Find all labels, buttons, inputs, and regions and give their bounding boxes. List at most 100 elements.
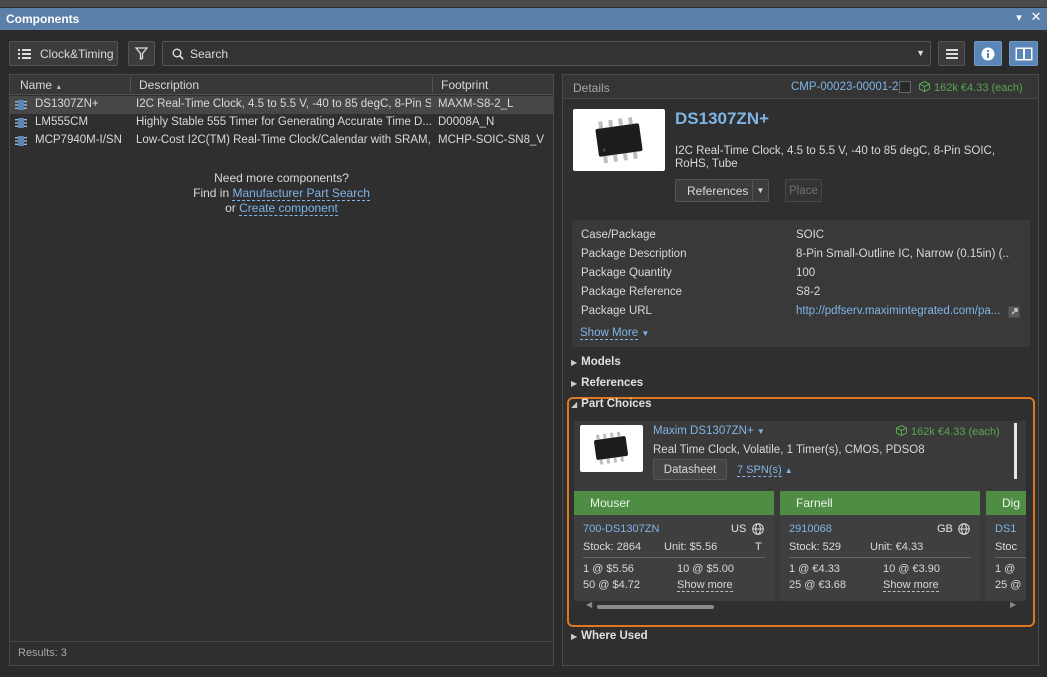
table-row[interactable]: LM555CM Highly Stable 555 Timer for Gene… bbox=[10, 114, 553, 132]
cell-name: MCP7940M-I/SN bbox=[35, 134, 122, 146]
find-in-text: Find in bbox=[193, 186, 230, 200]
cell-description: Highly Stable 555 Timer for Generating A… bbox=[136, 116, 431, 128]
property-key: Case/Package bbox=[581, 229, 656, 241]
cube-icon bbox=[896, 425, 907, 436]
show-more-link[interactable]: Show More ▼ bbox=[580, 327, 650, 340]
filter-icon bbox=[135, 47, 148, 60]
or-text: or bbox=[225, 201, 236, 215]
part-choice-image bbox=[580, 425, 643, 472]
manufacturer-link[interactable]: Maxim DS1307ZN+ ▼ bbox=[653, 425, 765, 437]
component-chip-icon bbox=[15, 100, 27, 110]
collapse-arrow-icon: ◢ bbox=[571, 400, 578, 409]
price-break: 25 @ €3.68 bbox=[789, 579, 847, 591]
price-break: 10 @ $5.00 bbox=[677, 563, 735, 575]
supplier-unit-price: Unit: €4.33 bbox=[870, 541, 924, 553]
expand-arrow-icon: ▶ bbox=[571, 632, 578, 641]
references-dropdown-icon[interactable]: ▼ bbox=[752, 179, 769, 202]
create-component-link[interactable]: Create component bbox=[239, 201, 338, 216]
details-toggle-button[interactable] bbox=[974, 41, 1002, 66]
scroll-right-icon[interactable]: ▶ bbox=[1010, 600, 1016, 609]
supplier-name: Farnell bbox=[780, 491, 980, 515]
property-key: Package URL bbox=[581, 305, 652, 317]
supplier-name: Dig bbox=[986, 491, 1026, 515]
properties-panel: Case/Package SOIC Package Description 8-… bbox=[572, 220, 1030, 347]
property-value: SOIC bbox=[796, 229, 825, 241]
details-pane: Details CMP-00023-00001-2 162k €4.33 (ea… bbox=[562, 74, 1039, 666]
price-break: 1 @ €4.33 bbox=[789, 563, 840, 575]
cell-description: I2C Real-Time Clock, 4.5 to 5.5 V, -40 t… bbox=[136, 98, 431, 110]
section-where-used[interactable]: ▶ Where Used bbox=[571, 630, 648, 642]
horizontal-scrollbar[interactable] bbox=[597, 605, 714, 609]
panel-close-icon[interactable]: ✕ bbox=[1029, 9, 1043, 25]
filter-button[interactable] bbox=[128, 41, 155, 66]
component-chip-icon bbox=[15, 136, 27, 146]
supplier-name: Mouser bbox=[574, 491, 774, 515]
stock-summary: 162k €4.33 (each) bbox=[919, 81, 1023, 94]
section-part-choices[interactable]: ◢ Part Choices bbox=[571, 398, 651, 410]
supplier-part-link[interactable]: DS1 bbox=[995, 523, 1016, 535]
part-choice-description: Real Time Clock, Volatile, 1 Timer(s), C… bbox=[653, 444, 925, 456]
globe-icon bbox=[958, 523, 970, 535]
chevron-down-icon: ▼ bbox=[641, 329, 650, 338]
part-choice-card: Maxim DS1307ZN+ ▼ 162k €4.33 (each) Real… bbox=[574, 421, 1026, 601]
table-row[interactable]: MCP7940M-I/SN Low-Cost I2C(TM) Real-Time… bbox=[10, 132, 553, 150]
cell-footprint: D0008A_N bbox=[438, 116, 495, 128]
expand-arrow-icon: ▶ bbox=[571, 379, 578, 388]
datasheet-button[interactable]: Datasheet bbox=[653, 459, 727, 480]
vertical-scrollbar[interactable] bbox=[1014, 423, 1017, 479]
cell-description: Low-Cost I2C(TM) Real-Time Clock/Calenda… bbox=[136, 134, 431, 146]
cell-footprint: MCHP-SOIC-SN8_V bbox=[438, 134, 545, 146]
search-dropdown-icon[interactable]: ▼ bbox=[916, 48, 925, 58]
supplier-card-partial: Dig DS1 Stoc 1 @ 25 @ bbox=[986, 491, 1026, 601]
category-button[interactable]: Clock&Timing bbox=[9, 41, 118, 66]
search-input[interactable] bbox=[190, 46, 890, 61]
property-value: 8-Pin Small-Outline IC, Narrow (0.15in) … bbox=[796, 248, 1010, 260]
need-more-text: Need more components? bbox=[214, 171, 349, 185]
supplier-flag: T bbox=[755, 541, 762, 553]
hamburger-icon bbox=[945, 48, 958, 59]
column-header-footprint[interactable]: Footprint bbox=[441, 78, 488, 92]
price-break: 50 @ $4.72 bbox=[583, 579, 641, 591]
panel-menu-icon[interactable]: ▾ bbox=[1012, 11, 1026, 24]
section-models[interactable]: ▶ Models bbox=[571, 356, 621, 368]
category-label: Clock&Timing bbox=[40, 46, 114, 61]
supplier-card-mouser: Mouser 700-DS1307ZN US Stock: 2864 Unit:… bbox=[574, 491, 774, 601]
split-view-button[interactable] bbox=[1009, 41, 1038, 66]
chevron-up-icon: ▲ bbox=[784, 466, 793, 475]
property-key: Package Reference bbox=[581, 286, 683, 298]
show-more-prices-link[interactable]: Show more bbox=[677, 579, 733, 592]
view-menu-button[interactable] bbox=[938, 41, 965, 66]
supplier-region: GB bbox=[937, 523, 953, 535]
manufacturer-part-search-link[interactable]: Manufacturer Part Search bbox=[232, 186, 370, 201]
place-button[interactable]: Place bbox=[785, 179, 822, 202]
cell-name: LM555CM bbox=[35, 116, 89, 128]
supplier-part-link[interactable]: 2910068 bbox=[789, 523, 832, 535]
section-references[interactable]: ▶ References bbox=[571, 377, 643, 389]
supplier-region: US bbox=[731, 523, 747, 535]
table-row[interactable]: DS1307ZN+ I2C Real-Time Clock, 4.5 to 5.… bbox=[10, 96, 553, 114]
show-more-prices-link[interactable]: Show more bbox=[883, 579, 939, 592]
supplier-unit-price: Unit: $5.56 bbox=[664, 541, 718, 553]
globe-icon bbox=[752, 523, 764, 535]
toolbar: Clock&Timing ▼ bbox=[0, 31, 1047, 73]
external-link-icon[interactable] bbox=[1008, 306, 1020, 318]
scroll-left-icon[interactable]: ◀ bbox=[586, 600, 592, 609]
cube-icon bbox=[919, 81, 930, 92]
cell-footprint: MAXM-S8-2_L bbox=[438, 98, 514, 110]
part-choice-stock: 162k €4.33 (each) bbox=[896, 425, 1000, 438]
supplier-part-link[interactable]: 700-DS1307ZN bbox=[583, 523, 659, 535]
package-url-link[interactable]: http://pdfserv.maximintegrated.com/pa... bbox=[796, 305, 1010, 317]
column-header-name[interactable]: Name ▲ bbox=[20, 78, 62, 92]
price-break: 10 @ €3.90 bbox=[883, 563, 941, 575]
spn-link[interactable]: 7 SPN(s) ▲ bbox=[737, 464, 793, 477]
info-icon bbox=[981, 47, 995, 60]
sort-ascending-icon: ▲ bbox=[55, 84, 63, 91]
supplier-card-farnell: Farnell 2910068 GB Stock: 529 Unit: €4.3… bbox=[780, 491, 980, 601]
supplier-stock: Stock: 529 bbox=[789, 541, 841, 553]
column-header-description[interactable]: Description bbox=[139, 78, 199, 92]
expand-arrow-icon: ▶ bbox=[571, 358, 578, 367]
search-box[interactable]: ▼ bbox=[162, 41, 931, 66]
compare-checkbox[interactable] bbox=[899, 81, 911, 93]
component-image bbox=[573, 109, 665, 171]
component-id-link[interactable]: CMP-00023-00001-2 bbox=[791, 81, 898, 93]
